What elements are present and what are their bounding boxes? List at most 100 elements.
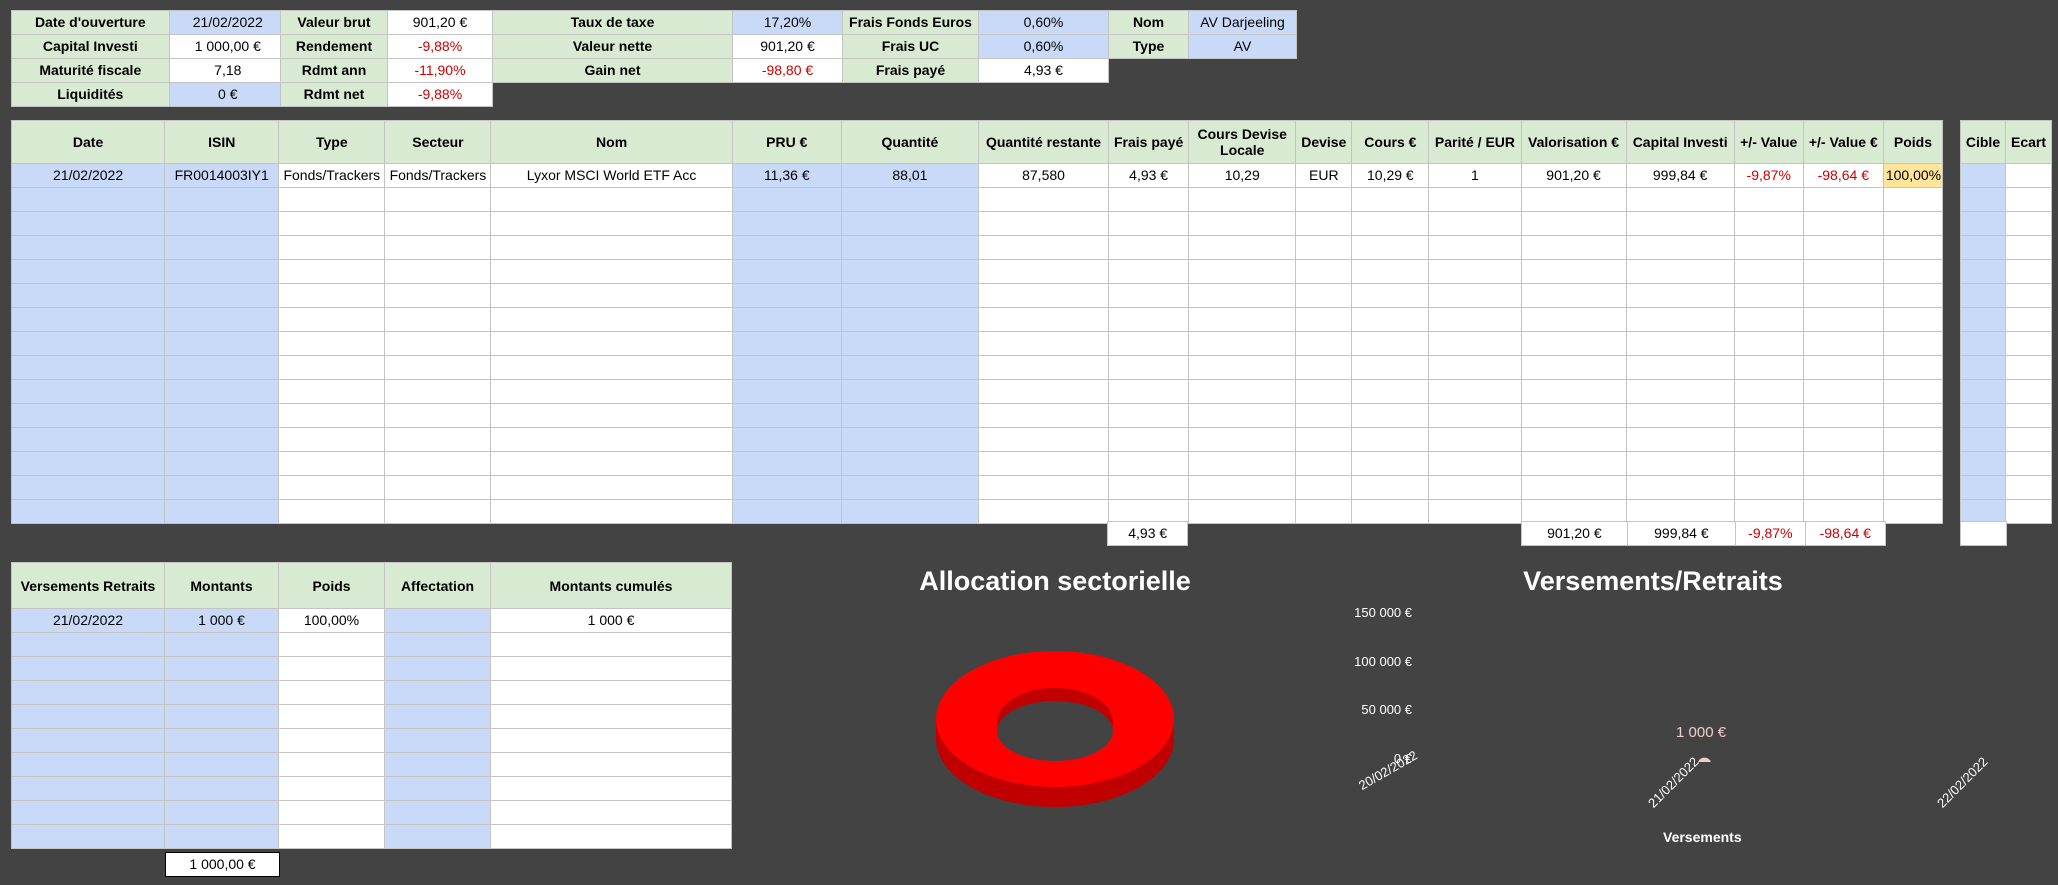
empty-cell[interactable] [278, 475, 386, 500]
empty-cell[interactable] [1295, 307, 1353, 332]
empty-cell[interactable] [1802, 499, 1884, 524]
cell-montants-cumul-s[interactable]: 1 000 € [490, 608, 732, 633]
empty-cell[interactable] [1802, 451, 1884, 476]
versements-total-cell[interactable]: 1 000,00 € [165, 852, 280, 877]
empty-cell[interactable] [977, 355, 1110, 380]
empty-cell[interactable] [1520, 499, 1627, 524]
empty-cell[interactable] [1295, 187, 1353, 212]
cell-cours-devise-locale[interactable]: 10,29 [1188, 163, 1297, 188]
empty-cell[interactable] [977, 427, 1110, 452]
empty-cell[interactable] [1625, 331, 1735, 356]
empty-cell[interactable] [384, 403, 492, 428]
empty-cell[interactable] [1520, 379, 1627, 404]
empty-cell[interactable] [731, 259, 842, 284]
cible-cell[interactable] [1960, 475, 2006, 500]
col-header-montants-cumul-s[interactable]: Montants cumulés [490, 562, 732, 609]
empty-cell[interactable] [1295, 283, 1353, 308]
empty-cell[interactable] [1882, 235, 1944, 260]
empty-cell[interactable] [1188, 235, 1297, 260]
cible-cell[interactable] [1960, 235, 2006, 260]
empty-cell[interactable] [977, 307, 1110, 332]
cell-date[interactable]: 21/02/2022 [10, 163, 166, 188]
empty-cell[interactable] [1188, 355, 1297, 380]
empty-cell[interactable] [384, 680, 491, 705]
empty-cell[interactable] [11, 704, 165, 729]
col-header-parit-eur[interactable]: Parité / EUR [1428, 120, 1522, 164]
empty-cell[interactable] [731, 235, 842, 260]
col-header-poids[interactable]: Poids [1882, 120, 1944, 164]
empty-cell[interactable] [10, 307, 166, 332]
empty-cell[interactable] [1882, 307, 1944, 332]
empty-cell[interactable] [1520, 283, 1627, 308]
empty-cell[interactable] [384, 211, 492, 236]
cell-value[interactable]: -98,64 € [1802, 163, 1884, 188]
empty-cell[interactable] [840, 211, 979, 236]
value-valeur-nette[interactable]: 901,20 € [732, 34, 843, 59]
empty-cell[interactable] [731, 331, 842, 356]
empty-cell[interactable] [490, 800, 732, 825]
col-header-quantit[interactable]: Quantité [840, 120, 979, 164]
empty-cell[interactable] [1108, 307, 1190, 332]
col-header-montants[interactable]: Montants [164, 562, 279, 609]
empty-cell[interactable] [384, 259, 492, 284]
empty-cell[interactable] [840, 331, 979, 356]
empty-cell[interactable] [490, 752, 732, 777]
empty-cell[interactable] [1428, 499, 1522, 524]
value-valeur-brut[interactable]: 901,20 € [387, 10, 493, 35]
empty-cell[interactable] [1802, 235, 1884, 260]
empty-cell[interactable] [840, 283, 979, 308]
empty-cell[interactable] [10, 475, 166, 500]
empty-cell[interactable] [1733, 355, 1804, 380]
empty-cell[interactable] [164, 499, 280, 524]
empty-cell[interactable] [1188, 283, 1297, 308]
empty-cell[interactable] [1428, 331, 1522, 356]
ecart-cell[interactable] [2005, 307, 2052, 332]
empty-cell[interactable] [384, 307, 492, 332]
empty-cell[interactable] [1428, 259, 1522, 284]
empty-cell[interactable] [977, 259, 1110, 284]
cible-cell[interactable] [1960, 283, 2006, 308]
empty-cell[interactable] [278, 451, 386, 476]
col-header-cours[interactable]: Cours € [1351, 120, 1430, 164]
empty-cell[interactable] [1188, 403, 1297, 428]
empty-cell[interactable] [164, 475, 280, 500]
total-capital[interactable]: 999,84 € [1626, 521, 1737, 546]
ecart-cell[interactable] [2005, 355, 2052, 380]
empty-cell[interactable] [1428, 307, 1522, 332]
empty-cell[interactable] [731, 283, 842, 308]
empty-cell[interactable] [384, 728, 491, 753]
empty-cell[interactable] [1802, 211, 1884, 236]
empty-cell[interactable] [11, 680, 165, 705]
empty-cell[interactable] [164, 331, 280, 356]
empty-cell[interactable] [490, 307, 733, 332]
cell-devise[interactable]: EUR [1295, 163, 1353, 188]
col-header-pru[interactable]: PRU € [731, 120, 842, 164]
empty-cell[interactable] [1520, 235, 1627, 260]
col-header-valorisation[interactable]: Valorisation € [1520, 120, 1627, 164]
empty-cell[interactable] [1188, 259, 1297, 284]
value-rendement[interactable]: -9,88% [387, 34, 493, 59]
empty-cell[interactable] [1625, 283, 1735, 308]
empty-cell[interactable] [1188, 379, 1297, 404]
empty-cell[interactable] [1882, 259, 1944, 284]
col-header-cible[interactable]: Cible [1960, 120, 2006, 164]
empty-cell[interactable] [1295, 427, 1353, 452]
col-header-secteur[interactable]: Secteur [384, 120, 492, 164]
empty-cell[interactable] [1108, 235, 1190, 260]
empty-cell[interactable] [490, 824, 732, 849]
empty-cell[interactable] [1733, 259, 1804, 284]
empty-cell[interactable] [490, 427, 733, 452]
empty-cell[interactable] [1108, 427, 1190, 452]
value-frais-pay[interactable]: 4,93 € [978, 58, 1109, 83]
ecart-cell[interactable] [2005, 427, 2052, 452]
empty-cell[interactable] [164, 632, 279, 657]
empty-cell[interactable] [1625, 211, 1735, 236]
empty-cell[interactable] [164, 752, 279, 777]
empty-cell[interactable] [164, 800, 279, 825]
empty-cell[interactable] [1108, 259, 1190, 284]
col-header-versements-retraits[interactable]: Versements Retraits [11, 562, 165, 609]
empty-cell[interactable] [490, 403, 733, 428]
cible-cell[interactable] [1960, 163, 2006, 188]
cell-quantit[interactable]: 88,01 [840, 163, 979, 188]
col-header-capital-investi[interactable]: Capital Investi [1625, 120, 1735, 164]
